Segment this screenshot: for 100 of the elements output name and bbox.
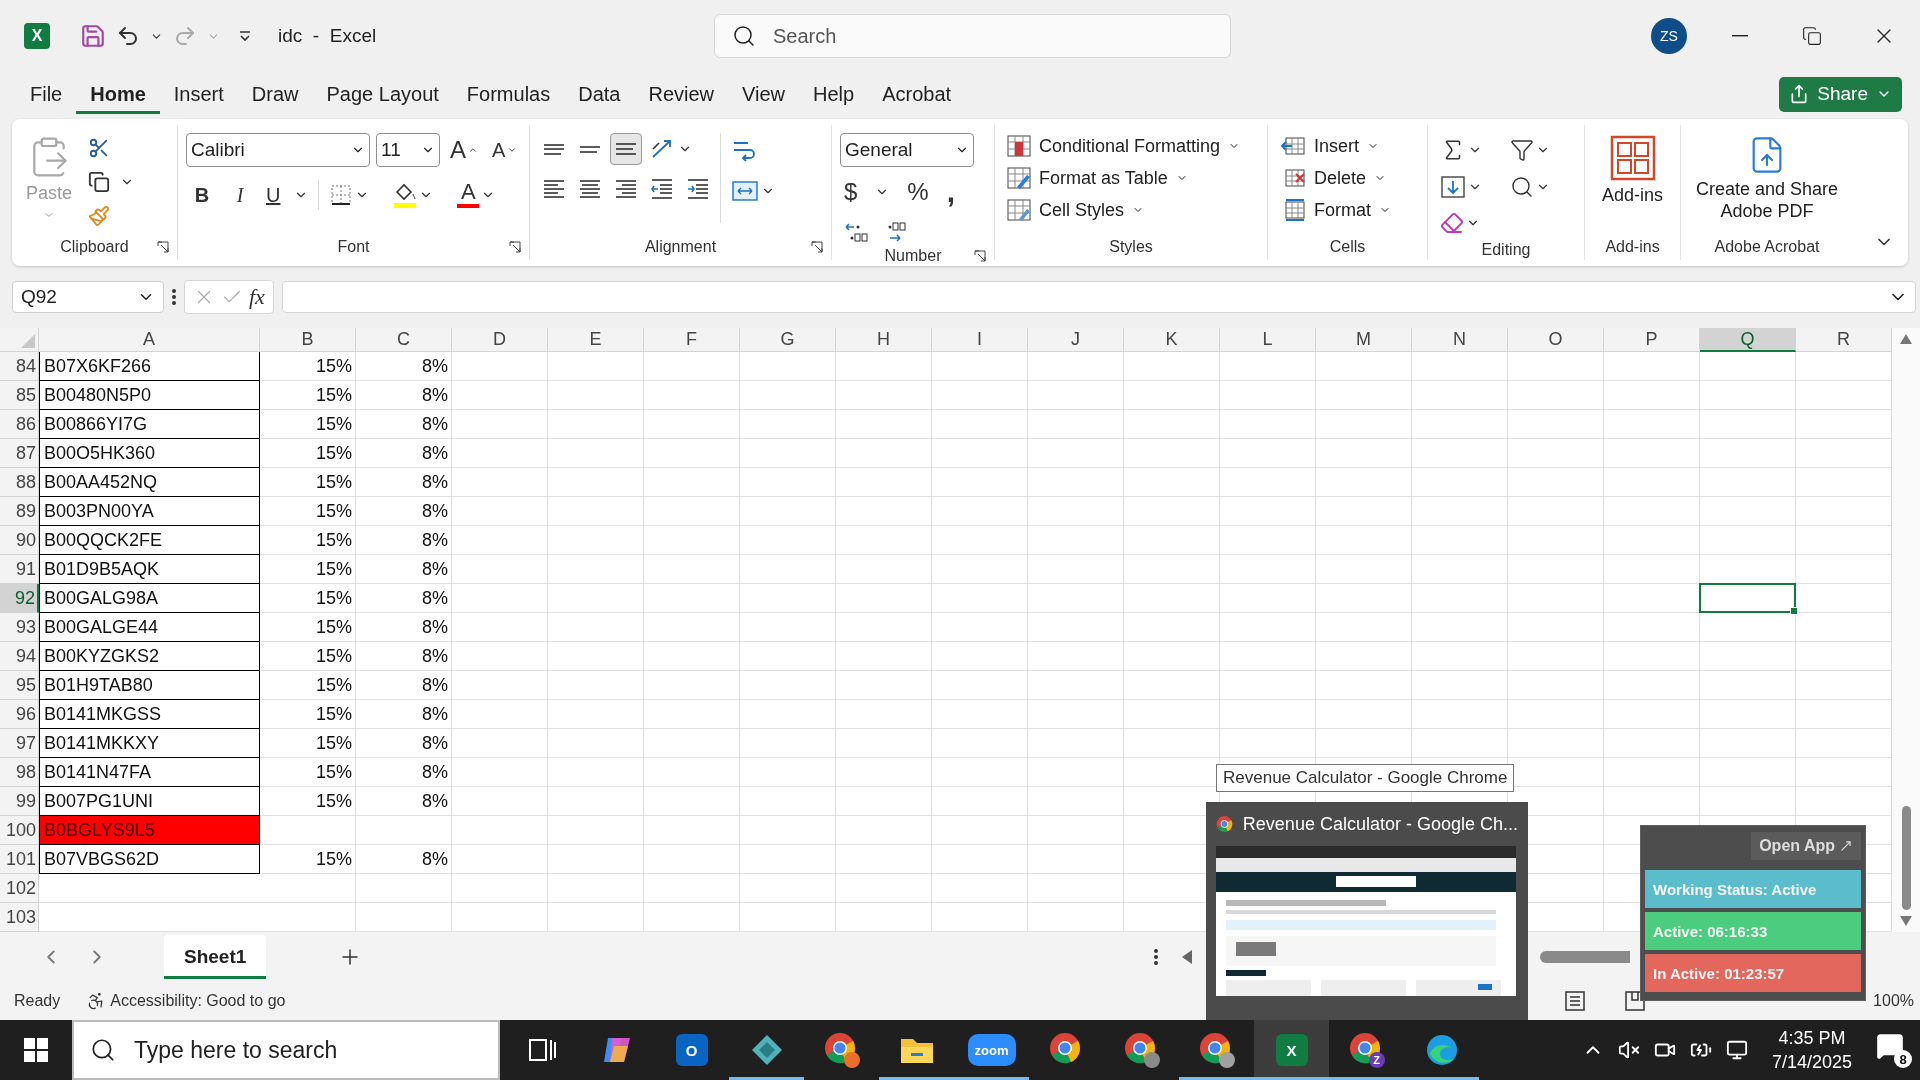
name-box[interactable]: Q92 [12,281,164,313]
clock[interactable]: 4:35 PM 7/14/2025 [1771,1025,1852,1075]
ribbon-tab[interactable]: File [16,74,77,114]
accessibility-button[interactable]: Accessibility: Good to go [86,990,286,1011]
tooltip: Revenue Calculator - Google Chrome [1216,764,1515,792]
percent-button[interactable]: % [903,176,933,208]
row-header[interactable]: 90 [0,526,39,555]
row-header[interactable]: 95 [0,671,39,700]
font-size-dropdown[interactable]: 11 [376,133,440,167]
column-header[interactable]: N [1412,328,1508,352]
table-cell-text: 8% [421,848,449,871]
column-header[interactable]: G [740,328,836,352]
column-header[interactable]: E [548,328,644,352]
taskbar-app-button[interactable]: O [654,1020,729,1080]
row-header[interactable]: 91 [0,555,39,584]
open-app-button[interactable]: Open App [1751,832,1861,860]
table-cell-text: 8% [421,558,449,581]
row-header[interactable]: 86 [0,410,39,439]
table-cell: B01H9TAB80 [39,671,260,700]
table-cell-text: 15% [314,442,353,465]
row-header[interactable]: 96 [0,700,39,729]
column-header[interactable]: I [932,328,1028,352]
row-header[interactable]: 92 [0,584,39,613]
row-header[interactable]: 99 [0,787,39,816]
row-header[interactable]: 101 [0,845,39,874]
taskbar-app-button[interactable]: Z [1329,1020,1404,1080]
styles-menu-button[interactable]: Format as Table [1003,165,1192,191]
row-header[interactable]: 94 [0,642,39,671]
column-header[interactable]: R [1796,328,1892,352]
row-header[interactable]: 102 [0,874,39,903]
create-pdf-button[interactable]: Create and Share Adobe PDF [1689,133,1845,234]
ribbon-tab[interactable]: View [728,74,800,114]
add-ins-button[interactable]: Add-ins [1596,133,1669,234]
row-header[interactable]: 97 [0,729,39,758]
table-cell: B00AA452NQ [39,468,260,497]
column-header[interactable]: J [1028,328,1124,352]
ribbon-tab[interactable]: Help [799,74,869,114]
ribbon-tab[interactable]: Acrobat [868,74,966,114]
share-button[interactable]: Share [1779,76,1902,112]
column-header[interactable]: D [452,328,548,352]
font-name-dropdown[interactable]: Calibri [186,133,370,167]
column-header[interactable]: F [644,328,740,352]
column-header[interactable]: M [1316,328,1412,352]
column-header[interactable]: Q [1700,328,1796,352]
cells-menu-button[interactable]: Delete [1276,165,1391,191]
row-header[interactable]: 93 [0,613,39,642]
table-cell-text: 15% [314,790,353,813]
row-header[interactable]: 85 [0,381,39,410]
increase-font-size-button[interactable]: A [446,134,482,166]
currency-button[interactable]: $ [840,176,862,208]
styles-menu-button[interactable]: Conditional Formatting [1003,133,1245,159]
comma-style-button[interactable]: , [942,173,960,211]
row-header[interactable]: 103 [0,903,39,932]
table-cell-text: 8% [421,471,449,494]
row-header[interactable]: 100 [0,816,39,845]
underline-button[interactable]: U [262,180,285,209]
ribbon-tab[interactable]: Formulas [452,74,565,114]
column-header[interactable]: A [39,328,260,352]
table-cell: B0141MKGSS [39,700,260,729]
group-label: Clipboard [60,238,129,256]
column-header[interactable]: H [836,328,932,352]
sheet-tab[interactable]: Sheet1 [164,934,267,979]
cells-menu-button[interactable]: Insert [1276,133,1384,159]
column-header[interactable]: C [356,328,452,352]
user-avatar[interactable]: ZS [1651,18,1687,54]
taskbar-app-button[interactable]: X [1254,1020,1329,1080]
cells-menu-button[interactable]: Format [1276,197,1395,223]
row-header[interactable]: 88 [0,468,39,497]
ribbon-tab[interactable]: Home [76,74,160,114]
search-field[interactable]: Search [714,14,1231,58]
table-cell-text: 8% [421,674,449,697]
row-header[interactable]: 84 [0,352,39,381]
row-header[interactable]: 98 [0,758,39,787]
ribbon-tab[interactable]: Data [564,74,635,114]
column-header[interactable]: B [260,328,356,352]
row-header[interactable]: 87 [0,439,39,468]
table-cell-text: 8% [421,384,449,407]
insert-function-button[interactable]: fx [249,284,265,310]
ribbon-tab[interactable]: Page Layout [312,74,453,114]
number-format-dropdown[interactable]: General [840,133,974,167]
table-cell: B0141MKKXY [39,729,260,758]
font-color-button[interactable]: A [453,177,500,212]
group-label: Add-ins [1605,238,1660,256]
notifications-button[interactable]: 8 [1876,1032,1912,1068]
ribbon-tab[interactable]: Draw [237,74,313,114]
bold-button[interactable]: B [186,180,218,209]
column-header[interactable]: O [1508,328,1604,352]
ribbon-tab[interactable]: Review [634,74,729,114]
row-header[interactable]: 89 [0,497,39,526]
column-header[interactable]: L [1220,328,1316,352]
table-cell-text: 15% [314,674,353,697]
styles-menu-button[interactable]: Cell Styles [1003,197,1149,223]
ribbon-tab[interactable]: Insert [159,74,238,114]
table-cell: B00KYZGKS2 [39,642,260,671]
status-text: Ready [14,991,61,1010]
italic-button[interactable]: I [224,180,256,209]
column-header[interactable]: K [1124,328,1220,352]
column-header[interactable]: P [1604,328,1700,352]
taskbar-search-field[interactable]: Type here to search [72,1020,500,1080]
decrease-font-size-button[interactable]: A [488,136,522,164]
